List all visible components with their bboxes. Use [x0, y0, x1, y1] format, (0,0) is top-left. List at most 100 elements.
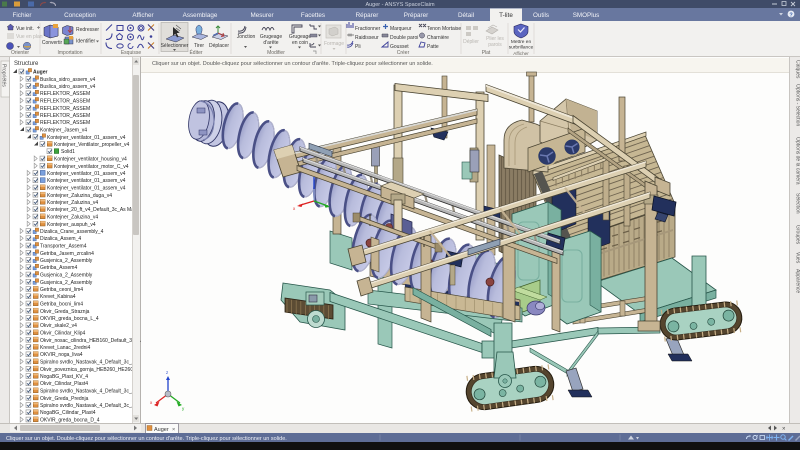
svg-text:Spiralno svrdlo_Nastavak_4_Def: Spiralno svrdlo_Nastavak_4_Default_3c_A — [40, 360, 136, 366]
svg-text:NogaBG_Cilindar_Plast4: NogaBG_Cilindar_Plast4 — [40, 410, 96, 416]
svg-text:Fractionner: Fractionner — [355, 26, 381, 32]
svg-text:Importation: Importation — [57, 50, 82, 56]
svg-text:Krevet_Kabina4: Krevet_Kabina4 — [40, 294, 76, 300]
svg-text:Tirer: Tirer — [194, 43, 204, 49]
svg-text:Kontejner_Zaluzina_duga_v4: Kontejner_Zaluzina_duga_v4 — [47, 193, 112, 199]
svg-text:y: y — [182, 406, 185, 411]
svg-text:Calques: Calques — [795, 60, 800, 79]
svg-text:REFLEKTOR_ASSEM: REFLEKTOR_ASSEM — [40, 113, 90, 119]
svg-text:Raidisseur: Raidisseur — [355, 35, 379, 41]
svg-text:Kontejner_Zaluzina_v4: Kontejner_Zaluzina_v4 — [47, 200, 98, 206]
svg-text:Conception: Conception — [64, 12, 96, 19]
svg-text:Getriba_ceoni_lim4: Getriba_ceoni_lim4 — [40, 287, 83, 293]
svg-text:Charnière: Charnière — [427, 35, 449, 41]
svg-text:Facettes: Facettes — [301, 12, 325, 19]
svg-text:Sélection: Sélection — [795, 193, 800, 214]
svg-text:x: x — [293, 206, 296, 211]
svg-text:Convertir: Convertir — [42, 40, 63, 46]
svg-text:Gusjenica_2_Assembly: Gusjenica_2_Assembly — [40, 258, 93, 264]
svg-text:Vue en plan: Vue en plan — [16, 34, 43, 40]
svg-text:Krevet_Lanac_2redni4: Krevet_Lanac_2redni4 — [40, 345, 91, 351]
svg-text:Jonction: Jonction — [237, 34, 256, 40]
svg-text:Auger: Auger — [33, 70, 48, 76]
svg-text:Kontejner_20_ft_v4_Default_3c_: Kontejner_20_ft_v4_Default_3c_As Mac — [47, 207, 137, 213]
svg-text:en coin: en coin — [292, 40, 308, 46]
svg-text:Spiralno svrdlo_Nastavak_4_Def: Spiralno svrdlo_Nastavak_4_Default_3c_A — [40, 389, 136, 395]
svg-text:×: × — [782, 427, 786, 433]
svg-text:Solid1: Solid1 — [61, 149, 75, 155]
svg-text:Esquisse: Esquisse — [121, 50, 142, 56]
svg-text:SMOPlus: SMOPlus — [573, 12, 600, 19]
svg-text:Cliquer sur un objet. Double-c: Cliquer sur un objet. Double-cliquez pou… — [6, 436, 287, 442]
svg-text:Préparer: Préparer — [404, 12, 429, 19]
svg-text:Déplacer: Déplacer — [209, 43, 229, 49]
svg-text:Éditer: Éditer — [189, 49, 202, 56]
svg-text:Okvir_Cilindar_Plast4: Okvir_Cilindar_Plast4 — [40, 381, 88, 387]
svg-text:Kontejner_Zaluzina_v4: Kontejner_Zaluzina_v4 — [47, 215, 98, 221]
svg-text:Buslica_sidro_assem_v4: Buslica_sidro_assem_v4 — [40, 77, 96, 83]
svg-text:x: x — [150, 400, 153, 405]
svg-text:Kontejner_ventilator_01_assem_: Kontejner_ventilator_01_assem_v4 — [47, 186, 126, 192]
svg-text:REFLEKTOR_ASSEM: REFLEKTOR_ASSEM — [40, 91, 90, 97]
svg-text:Kontejner_Ventilator_propeller: Kontejner_Ventilator_propeller_v4 — [54, 142, 130, 148]
svg-text:Getriba_Jasem_zrcalin4: Getriba_Jasem_zrcalin4 — [40, 251, 94, 257]
svg-text:Options de la caméra: Options de la caméra — [795, 137, 800, 185]
svg-text:Réparer: Réparer — [356, 12, 379, 19]
svg-text:Kontejner_ventilator_motor_C_v: Kontejner_ventilator_motor_C_v4 — [54, 164, 129, 170]
svg-text:Afficher: Afficher — [513, 51, 529, 56]
svg-text:Kontejner_ventilator_housing_v: Kontejner_ventilator_housing_v4 — [54, 157, 127, 163]
svg-text:Double paroi: Double paroi — [390, 35, 418, 41]
svg-text:Okvir_poveznica_gornja_HEB260_: Okvir_poveznica_gornja_HEB260_HE260B — [40, 367, 137, 373]
svg-text:Kontejner_ventilator_01_assem_: Kontejner_ventilator_01_assem_v4 — [47, 171, 126, 177]
svg-text:Mettre en: Mettre en — [511, 39, 532, 45]
svg-text:Orienter: Orienter — [11, 50, 29, 56]
svg-text:T-lite: T-lite — [499, 12, 513, 19]
svg-text:Buslica_sidro_assem_v4: Buslica_sidro_assem_v4 — [40, 84, 96, 90]
svg-text:Marqueur: Marqueur — [390, 26, 412, 32]
svg-text:Okvir_Cilindar_Klip4: Okvir_Cilindar_Klip4 — [40, 331, 86, 337]
svg-text:Afficher: Afficher — [132, 12, 153, 19]
svg-text:Détail: Détail — [458, 12, 474, 19]
svg-text:parois: parois — [488, 42, 502, 48]
svg-text:Assemblage: Assemblage — [183, 12, 218, 19]
svg-text:Kontejner_ventilator_01_assem_: Kontejner_ventilator_01_assem_v4 — [47, 178, 126, 184]
svg-text:REFLEKTOR_ASSEM: REFLEKTOR_ASSEM — [40, 99, 90, 105]
svg-text:Okvir_nosac_cilindra_HEB160_De: Okvir_nosac_cilindra_HEB160_Default_3c_A — [40, 338, 141, 344]
svg-text:Pli: Pli — [355, 44, 361, 50]
svg-text:Vues: Vues — [795, 252, 800, 264]
svg-text:Dizalica_Crane_assembly_4: Dizalica_Crane_assembly_4 — [40, 229, 104, 235]
svg-text:Apparence: Apparence — [795, 269, 800, 293]
svg-text:Patte: Patte — [427, 44, 439, 50]
svg-text:Structure: Structure — [14, 61, 39, 67]
svg-text:surbrillance: surbrillance — [509, 45, 534, 51]
svg-text:Kontejner_Jasem_v4: Kontejner_Jasem_v4 — [40, 128, 87, 134]
svg-text:Formage: Formage — [324, 41, 344, 47]
svg-text:Getriba_bocni_lim4: Getriba_bocni_lim4 — [40, 302, 83, 308]
svg-text:Okvir_skale2_v4: Okvir_skale2_v4 — [40, 323, 77, 329]
svg-text:Okvir_Greda_Straznja: Okvir_Greda_Straznja — [40, 309, 90, 315]
svg-text:Plat: Plat — [482, 50, 491, 56]
svg-text:Kontejner_ventilator_01_assem_: Kontejner_ventilator_01_assem_v4 — [47, 135, 126, 141]
svg-text:REFLEKTOR_ASSEM: REFLEKTOR_ASSEM — [40, 120, 90, 126]
svg-text:REFLEKTOR_ASSEM: REFLEKTOR_ASSEM — [40, 106, 90, 112]
svg-text:Créer: Créer — [397, 50, 410, 56]
svg-text:d'arête: d'arête — [263, 40, 278, 46]
svg-text:Options - Sélection: Options - Sélection — [795, 84, 800, 126]
svg-text:OKVIR_greda_bocna_L_4: OKVIR_greda_bocna_L_4 — [40, 316, 99, 322]
svg-text:Spiralno svrdlo_Nastavak_4_Def: Spiralno svrdlo_Nastavak_4_Default_3c_A — [40, 403, 136, 409]
svg-text:Gusjenica_2_Assembly: Gusjenica_2_Assembly — [40, 273, 93, 279]
svg-text:Redresser: Redresser — [76, 27, 99, 33]
svg-text:Vue init.: Vue init. — [16, 26, 34, 32]
svg-text:Okvir_Greda_Prednja: Okvir_Greda_Prednja — [40, 396, 89, 402]
svg-text:OKVIR_noga_liva4: OKVIR_noga_liva4 — [40, 352, 83, 358]
svg-text:Gusjenica_2_Assembly: Gusjenica_2_Assembly — [40, 280, 93, 286]
svg-text:Identifier: Identifier — [76, 39, 96, 45]
svg-text:Getriba_Assem4: Getriba_Assem4 — [40, 265, 77, 271]
svg-text:Kontejner_auspuh_v4: Kontejner_auspuh_v4 — [47, 222, 96, 228]
svg-text:Groupes: Groupes — [795, 225, 800, 245]
svg-text:NogaBG_Plast_KV_4: NogaBG_Plast_KV_4 — [40, 374, 88, 380]
svg-text:Dizalica_Assem_4: Dizalica_Assem_4 — [40, 236, 81, 242]
svg-text:Déplier: Déplier — [463, 39, 479, 45]
svg-text:Fichier: Fichier — [13, 12, 32, 19]
svg-text:Transporter_Assem4: Transporter_Assem4 — [40, 244, 87, 250]
